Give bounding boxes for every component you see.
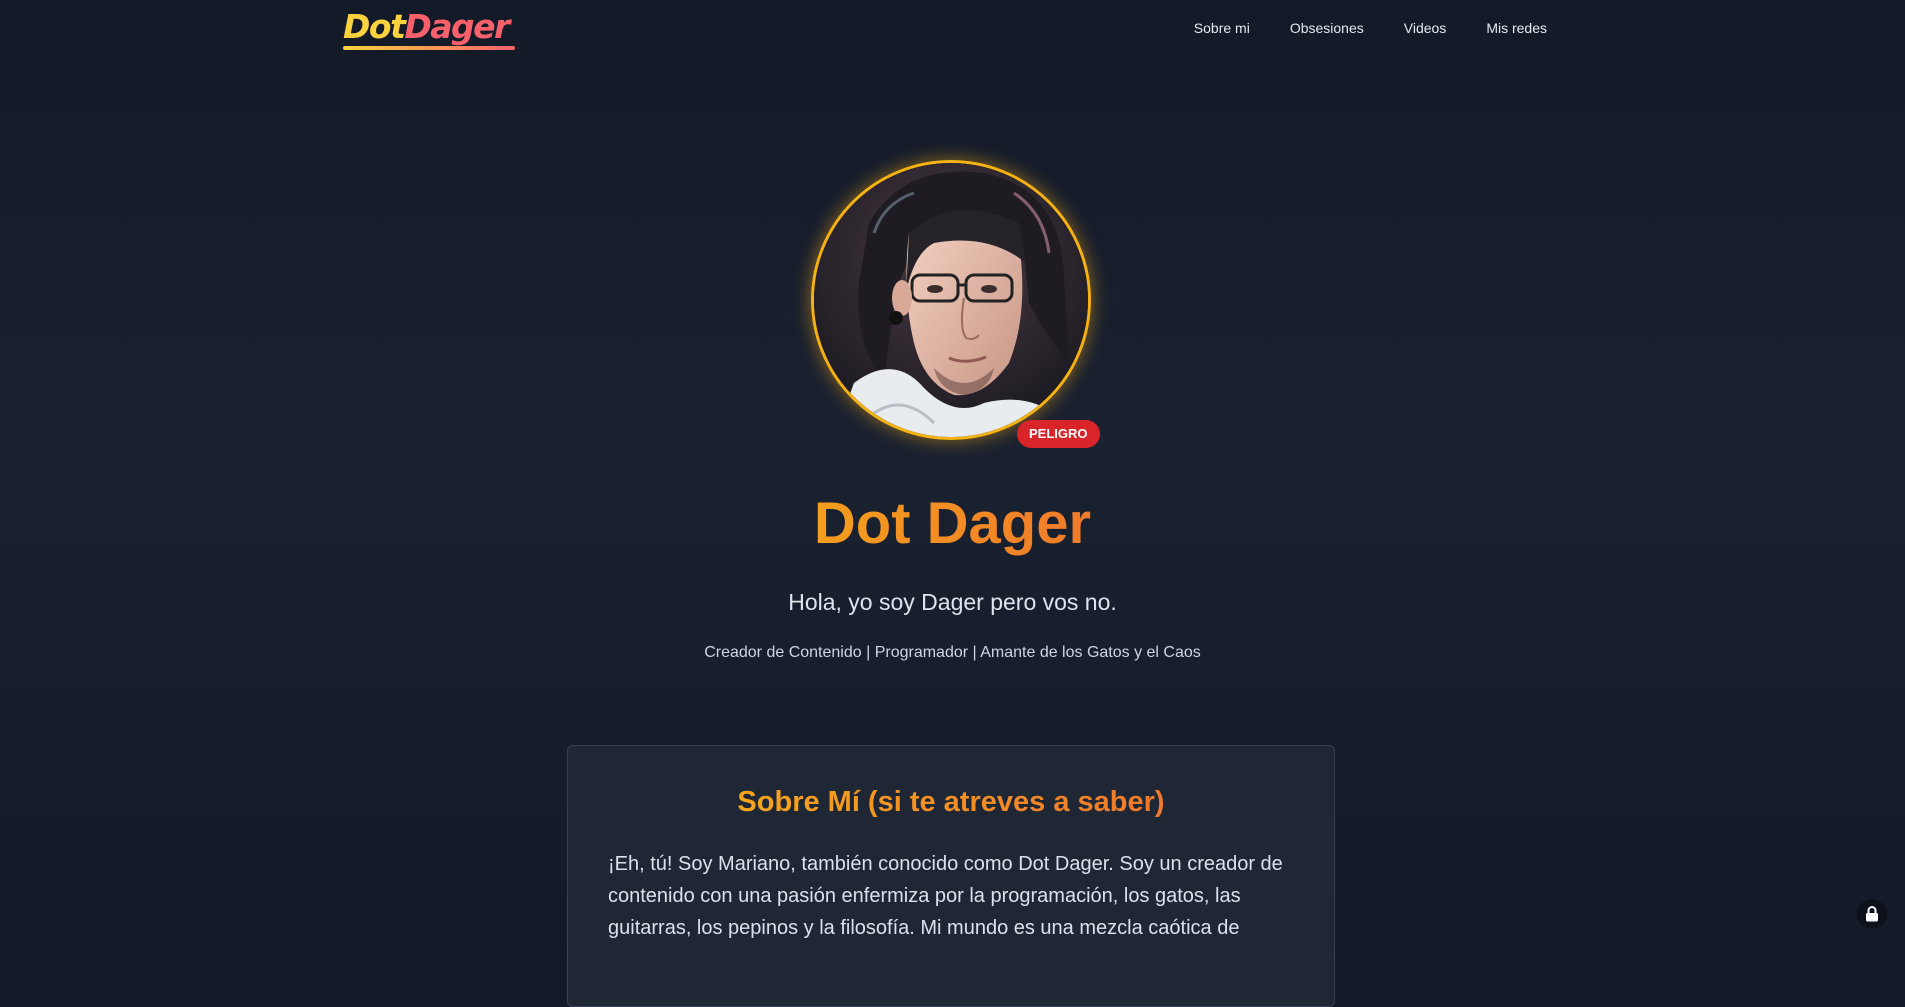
logo-part-dager: Dager (404, 7, 510, 46)
danger-badge: PELIGRO (1017, 420, 1100, 448)
site-header: DotDager Sobre mi Obsesiones Videos Mis … (0, 0, 1905, 64)
avatar-container (811, 160, 1091, 440)
hero-subtitle: Hola, yo soy Dager pero vos no. (788, 589, 1117, 615)
logo-text: DotDager (343, 6, 510, 48)
nav-link-mis-redes[interactable]: Mis redes (1486, 20, 1547, 36)
logo-underline (343, 46, 515, 50)
avatar (811, 160, 1091, 440)
logo-part-dot: Dot (343, 7, 406, 46)
nav-link-obsesiones[interactable]: Obsesiones (1290, 20, 1364, 36)
about-title: Sobre Mí (si te atreves a saber) (568, 784, 1334, 820)
avatar-portrait-icon (814, 163, 1088, 437)
about-title-text: Sobre Mí (si te atreves a saber) (737, 786, 1165, 818)
main-nav: Sobre mi Obsesiones Videos Mis redes (1194, 20, 1547, 36)
about-text: ¡Eh, tú! Soy Mariano, también conocido c… (608, 853, 1283, 939)
lock-icon (1866, 906, 1878, 922)
hero-title: Dot Dager (0, 488, 1905, 560)
hero-title-text: Dot Dager (813, 491, 1092, 556)
site-logo[interactable]: DotDager (343, 6, 515, 52)
nav-link-videos[interactable]: Videos (1404, 20, 1447, 36)
about-card: Sobre Mí (si te atreves a saber) ¡Eh, tú… (567, 745, 1335, 1007)
hero-tagline: Creador de Contenido | Programador | Ama… (704, 644, 1201, 661)
nav-link-sobre-mi[interactable]: Sobre mi (1194, 20, 1250, 36)
lock-button[interactable] (1857, 899, 1887, 929)
